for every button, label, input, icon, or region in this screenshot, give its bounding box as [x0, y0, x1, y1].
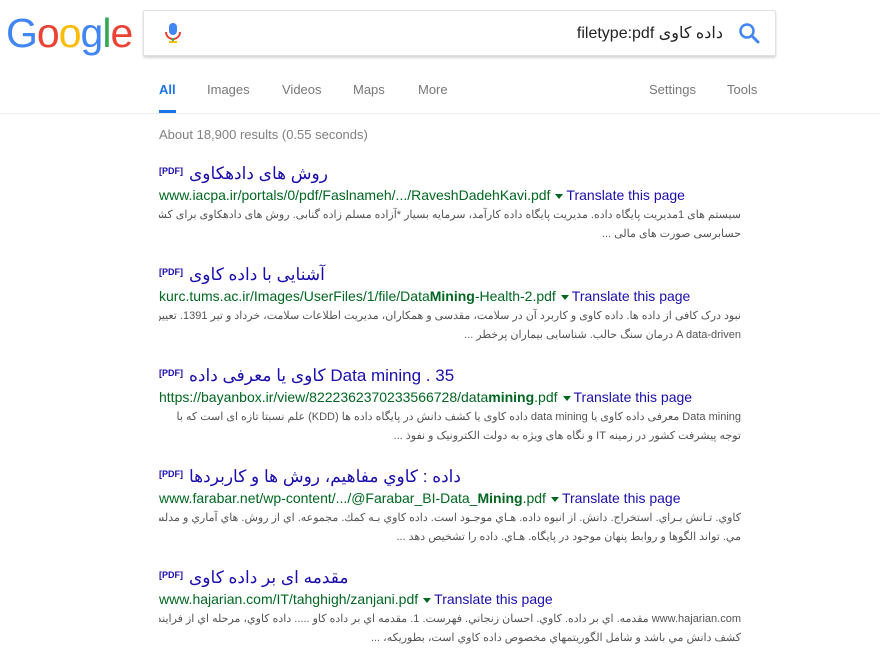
- dropdown-caret-icon[interactable]: [560, 294, 569, 300]
- result-title: مقدمه ای بر داده کاوی: [189, 568, 349, 587]
- result-snippet: سیستم های 1مدیریت پایگاه داده. مدیریت پا…: [159, 209, 741, 221]
- translate-link[interactable]: Translate this page: [562, 490, 681, 506]
- result-snippet: توجه پیشرفت کشور در زمینه IT و نگاه های …: [393, 430, 741, 442]
- result-snippet: A data-driven درمان سنگ حالب. شناسایی بی…: [464, 329, 741, 341]
- result-snippet: كشف دانش مي باشد و شامل الگوريتمهاي مخصو…: [370, 632, 741, 644]
- search-result: [PDF] روش های دادهکاوی www.iacpa.ir/porta…: [159, 164, 759, 244]
- search-icon[interactable]: [737, 21, 761, 45]
- url-text: www.farabar.net/wp-content/.../@Farabar_…: [159, 490, 478, 506]
- result-url: www.hajarian.com/IT/tahghigh/zanjani.pdf…: [159, 591, 759, 610]
- result-stats: About 18,900 results (0.55 seconds): [159, 127, 368, 142]
- result-snippet: كاوي. تـانش بـراي. استخراج. دانش. از انب…: [159, 512, 741, 524]
- search-box[interactable]: داده کاوی filetype:pdf: [143, 10, 776, 56]
- tab-videos[interactable]: Videos: [282, 82, 322, 113]
- result-title: آشنایی با داده کاوی: [189, 265, 325, 284]
- url-text: https://bayanbox.ir/view/822236237023356…: [159, 389, 489, 405]
- url-text: www.hajarian.com/IT/tahghigh/zanjani.pdf: [159, 591, 419, 607]
- result-title: Data mining . 35 کاوی یا معرفی داده: [189, 366, 455, 385]
- logo-letter: e: [110, 10, 133, 56]
- tab-images[interactable]: Images: [207, 82, 250, 113]
- tab-more[interactable]: More: [418, 82, 448, 113]
- microphone-icon[interactable]: [163, 22, 183, 44]
- result-snippet: Data mining معرفی داده کاوی یا data mini…: [176, 411, 741, 423]
- url-text-suffix: .pdf: [534, 389, 558, 405]
- logo-letter: o: [36, 10, 60, 56]
- search-result: [PDF] داده : كاوي مفاهيم، روش ها و كاربرد…: [159, 467, 759, 547]
- pdf-badge: [PDF]: [159, 368, 183, 378]
- logo-letter: l: [102, 10, 111, 56]
- url-bold: mining: [488, 389, 535, 405]
- tab-all[interactable]: All: [159, 82, 176, 113]
- url-text: kurc.tums.ac.ir/Images/UserFiles/1/file/…: [159, 288, 430, 304]
- tab-maps[interactable]: Maps: [353, 82, 385, 113]
- pdf-badge: [PDF]: [159, 570, 183, 580]
- result-title-link[interactable]: [PDF] داده : كاوي مفاهيم، روش ها و كاربرد…: [159, 467, 759, 489]
- header: Google داده کاوی filetype:pdf All Images…: [0, 0, 880, 114]
- dropdown-caret-icon[interactable]: [423, 597, 432, 603]
- result-url: https://bayanbox.ir/view/822236237023356…: [159, 389, 759, 408]
- search-result: [PDF] آشنایی با داده کاوی kurc.tums.ac.ir…: [159, 265, 759, 345]
- result-url: www.iacpa.ir/portals/0/pdf/Faslnameh/...…: [159, 187, 759, 206]
- url-text: www.iacpa.ir/portals/0/pdf/Faslnameh/...…: [159, 187, 551, 203]
- url-text-suffix: -Health-2.pdf: [474, 288, 556, 304]
- result-snippet: مي. تواند الگوها و روابط پنهان موجود در …: [396, 531, 741, 543]
- result-title: داده : كاوي مفاهيم، روش ها و كاربردها: [189, 467, 461, 486]
- url-bold: Mining: [429, 288, 475, 304]
- tab-settings[interactable]: Settings: [649, 82, 696, 113]
- translate-link[interactable]: Translate this page: [572, 288, 691, 304]
- result-snippet: حسابرسی صورت های مالی ...: [601, 228, 741, 240]
- logo-letter: g: [80, 10, 104, 56]
- dropdown-caret-icon[interactable]: [550, 496, 559, 502]
- result-url: kurc.tums.ac.ir/Images/UserFiles/1/file/…: [159, 288, 759, 307]
- search-input[interactable]: داده کاوی filetype:pdf: [577, 23, 723, 43]
- result-title: روش های دادهکاوی: [189, 164, 328, 183]
- url-bold: Mining: [477, 490, 523, 506]
- translate-link[interactable]: Translate this page: [434, 591, 553, 607]
- logo-letter: o: [58, 10, 82, 56]
- result-title-link[interactable]: [PDF] آشنایی با داده کاوی: [159, 265, 759, 287]
- pdf-badge: [PDF]: [159, 469, 183, 479]
- search-tabs: All Images Videos Maps More Settings Too…: [0, 82, 880, 113]
- search-result: [PDF] مقدمه ای بر داده کاوی www.hajarian.…: [159, 568, 759, 648]
- result-title-link[interactable]: [PDF] Data mining . 35 کاوی یا معرفی داده: [159, 366, 759, 388]
- dropdown-caret-icon[interactable]: [555, 193, 564, 199]
- pdf-badge: [PDF]: [159, 267, 183, 277]
- logo-letter: G: [6, 10, 38, 56]
- translate-link[interactable]: Translate this page: [574, 389, 693, 405]
- result-snippet: نبود درک کافی از داده ها. داده کاوی و کا…: [159, 310, 741, 322]
- result-url: www.farabar.net/wp-content/.../@Farabar_…: [159, 490, 759, 509]
- tab-tools[interactable]: Tools: [727, 82, 757, 113]
- url-text-suffix: .pdf: [522, 490, 546, 506]
- dropdown-caret-icon[interactable]: [562, 395, 571, 401]
- result-title-link[interactable]: [PDF] روش های دادهکاوی: [159, 164, 759, 186]
- result-snippet: www.hajarian.com مقدمه. اي بر داده. كاوي…: [159, 613, 741, 625]
- google-logo[interactable]: Google: [6, 10, 133, 56]
- translate-link[interactable]: Translate this page: [566, 187, 685, 203]
- pdf-badge: [PDF]: [159, 166, 183, 176]
- search-result: [PDF] Data mining . 35 کاوی یا معرفی داده…: [159, 366, 759, 446]
- result-title-link[interactable]: [PDF] مقدمه ای بر داده کاوی: [159, 568, 759, 590]
